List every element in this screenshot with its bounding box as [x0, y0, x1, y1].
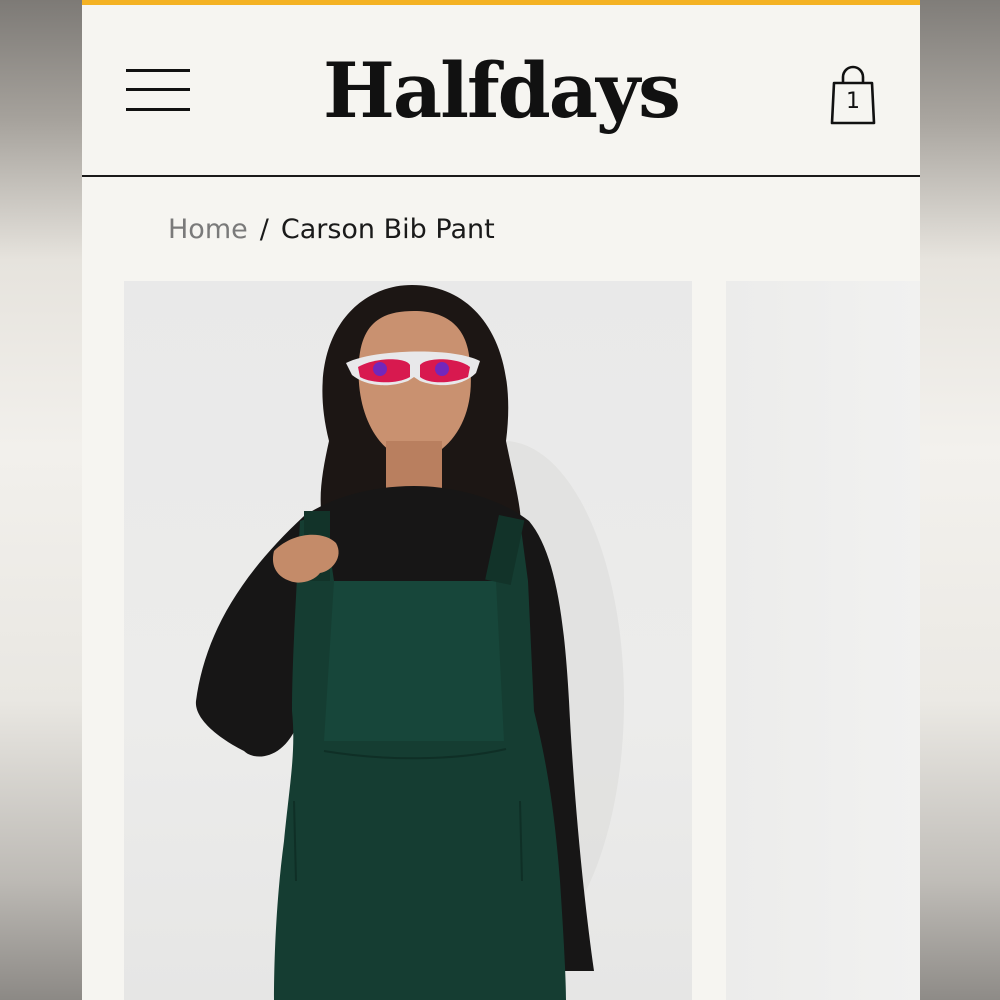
breadcrumb-home-link[interactable]: Home — [168, 214, 248, 245]
cart-count-badge: 1 — [846, 89, 860, 114]
product-image-next[interactable] — [726, 281, 920, 1000]
brand-logo[interactable]: Halfdays — [82, 41, 920, 141]
breadcrumb-current: Carson Bib Pant — [280, 214, 495, 245]
blurred-backdrop-right — [920, 0, 1000, 1000]
breadcrumb-separator: / — [259, 214, 269, 245]
cart-button[interactable]: 1 — [828, 63, 878, 127]
site-header: Halfdays 1 — [82, 5, 920, 177]
breadcrumb: Home / Carson Bib Pant — [168, 214, 495, 245]
product-page: Halfdays 1 Home / Carson Bib Pant — [82, 0, 920, 1000]
blurred-backdrop-left — [0, 0, 82, 1000]
product-photo — [195, 285, 624, 1000]
product-image-main[interactable] — [124, 281, 692, 1000]
